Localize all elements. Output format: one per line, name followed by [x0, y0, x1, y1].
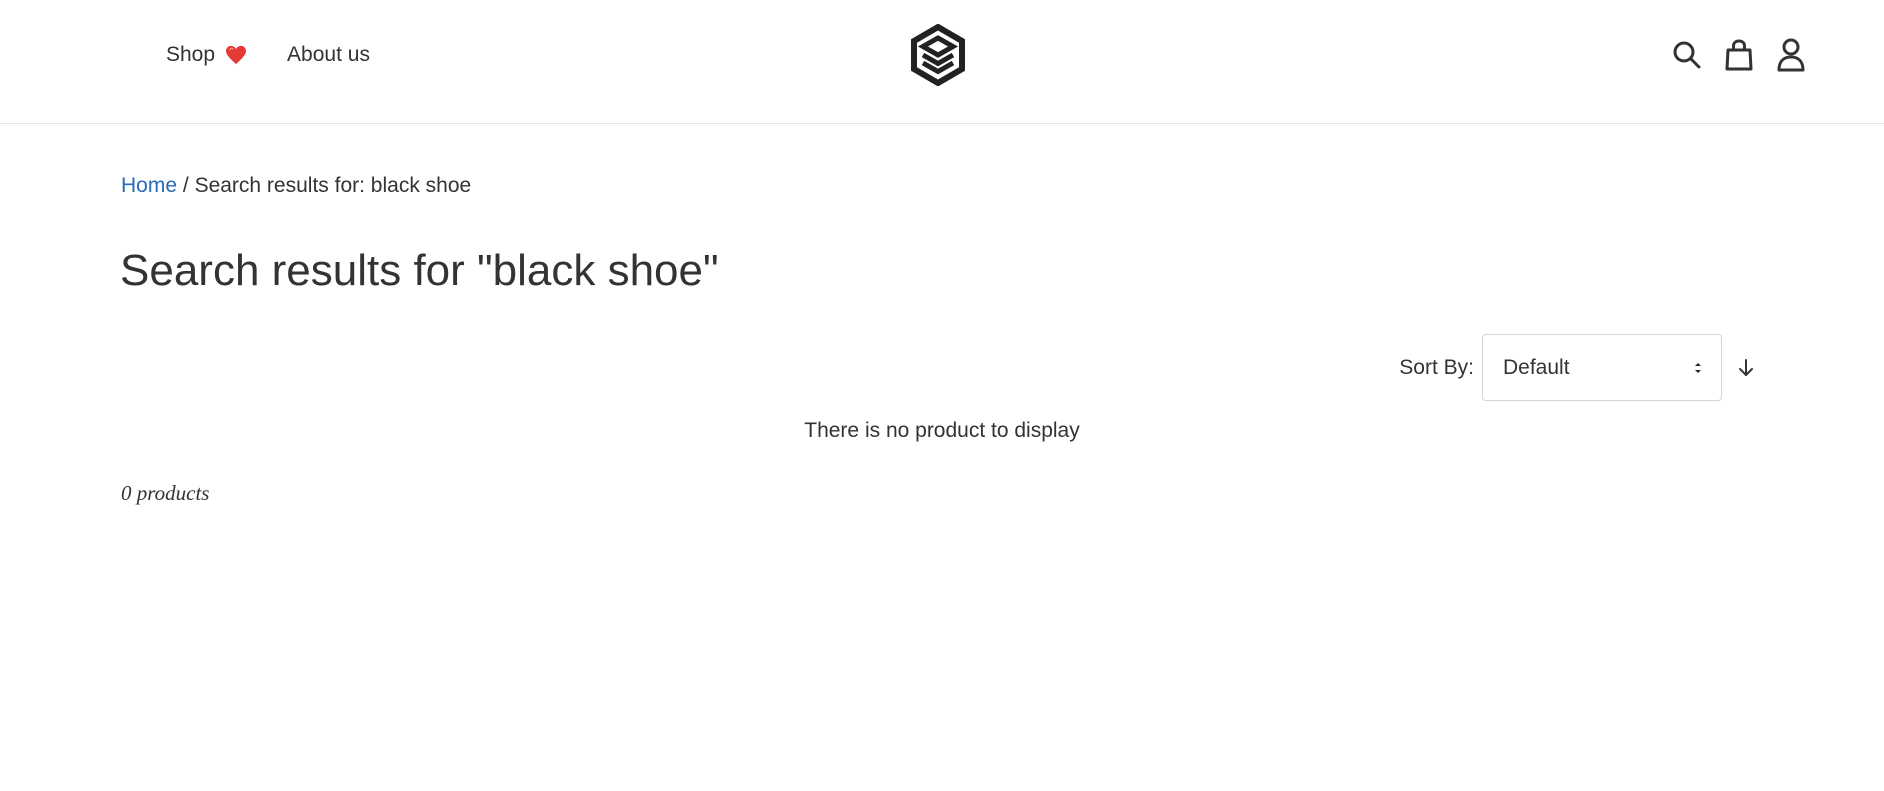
nav-about-link[interactable]: About us [287, 43, 370, 67]
sort-selected-value: Default [1503, 355, 1570, 379]
site-header: Shop About us [0, 0, 1884, 124]
product-count: 0 products [121, 481, 210, 505]
breadcrumb-separator: / [182, 174, 189, 197]
nav-about-label: About us [287, 43, 370, 66]
user-icon[interactable] [1774, 38, 1808, 72]
sort-bar: Sort By: Default [1399, 334, 1758, 401]
nav-shop-label: Shop [166, 43, 216, 66]
sort-label: Sort By: [1399, 355, 1474, 379]
breadcrumb-home-link[interactable]: Home [121, 174, 177, 197]
header-actions [1670, 38, 1808, 72]
logo-icon[interactable] [910, 23, 966, 87]
select-arrows-icon [1695, 362, 1701, 373]
search-icon[interactable] [1670, 38, 1704, 72]
heart-icon [226, 45, 247, 65]
cart-icon[interactable] [1722, 38, 1756, 72]
nav-shop-link[interactable]: Shop [166, 43, 247, 67]
main-nav: Shop About us [166, 43, 370, 67]
sort-direction-arrow-down-icon[interactable] [1734, 356, 1758, 380]
sort-select[interactable]: Default [1482, 334, 1722, 401]
breadcrumb-current: Search results for: black shoe [194, 174, 472, 197]
page-title: Search results for "black shoe" [120, 246, 719, 295]
empty-results-message: There is no product to display [804, 419, 1080, 442]
breadcrumb: Home / Search results for: black shoe [121, 174, 471, 198]
